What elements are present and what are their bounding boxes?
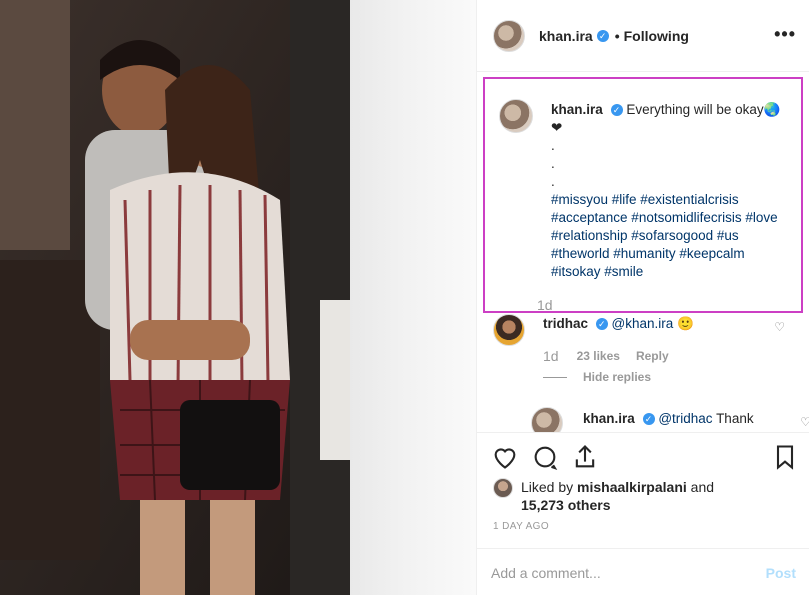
comment-text: tridhac ✓ @khan.ira 🙂 — [543, 316, 694, 332]
add-comment-input[interactable] — [491, 561, 741, 585]
caption-dot: . — [551, 174, 555, 189]
like-heart-icon[interactable] — [491, 443, 519, 471]
post-photo-image — [0, 0, 350, 595]
reply-body: Thank — [716, 411, 754, 426]
likes-text: Liked by mishaalkirpalani and 15,273 oth… — [521, 478, 761, 514]
post-timestamp[interactable]: 1 DAY AGO — [493, 521, 549, 532]
author-avatar[interactable] — [493, 19, 525, 52]
comment-meta: 1d 23 likes Reply — [543, 348, 669, 364]
hide-replies-line — [543, 376, 567, 378]
share-icon[interactable] — [571, 443, 599, 471]
reply-avatar[interactable] — [531, 407, 563, 432]
caption-dot: . — [551, 156, 555, 171]
header-separator: • — [614, 27, 620, 44]
liked-by-and: and — [690, 479, 715, 495]
caption-text: Everything will be okay🌏 — [626, 102, 781, 117]
verified-badge-icon: ✓ — [642, 413, 655, 426]
liked-by-prefix: Liked by — [521, 479, 574, 495]
comment-likes[interactable]: 23 likes — [577, 349, 620, 363]
liked-by-user[interactable]: mishaalkirpalani — [577, 479, 687, 495]
add-comment-bar: Post — [477, 548, 809, 595]
comment-bubble-icon[interactable] — [531, 443, 559, 471]
reply-button[interactable]: Reply — [636, 349, 669, 363]
post-comment-button[interactable]: Post — [766, 565, 796, 581]
liker-avatar[interactable] — [493, 478, 513, 498]
post-header: khan.ira ✓ • Following ••• — [477, 0, 809, 72]
caption-emoji: ❤ — [551, 120, 563, 135]
verified-badge-icon: ✓ — [596, 29, 609, 42]
hide-replies-button[interactable]: Hide replies — [543, 370, 651, 384]
caption-username[interactable]: khan.ira — [551, 102, 603, 117]
commenter-username[interactable]: tridhac — [543, 316, 588, 331]
like-comment-heart-icon[interactable]: ♡ — [774, 320, 785, 334]
photo-letterbox — [350, 0, 476, 595]
hashtag-line[interactable]: #acceptance #notsomidlifecrisis #love — [551, 210, 778, 225]
comment-time[interactable]: 1d — [543, 348, 559, 364]
reply-mention[interactable]: @tridhac — [658, 411, 712, 426]
following-button[interactable]: Following — [624, 28, 689, 44]
post-detail-panel: khan.ira ✓ • Following ••• khan.ira ✓ Ev… — [476, 0, 809, 595]
hashtag-line[interactable]: #theworld #humanity #keepcalm — [551, 246, 745, 261]
caption-time[interactable]: 1d — [537, 297, 553, 313]
post-photo[interactable] — [0, 0, 350, 595]
verified-badge-icon: ✓ — [610, 104, 623, 117]
reply-text: khan.ira ✓ @tridhac Thank — [583, 411, 754, 426]
caption-dot: . — [551, 138, 555, 153]
caption-avatar[interactable] — [499, 99, 533, 133]
hide-replies-label: Hide replies — [583, 370, 652, 384]
hashtag-line[interactable]: #missyou #life #existentialcrisis — [551, 192, 739, 207]
hashtag-line[interactable]: #relationship #sofarsogood #us — [551, 228, 739, 243]
liked-by-others[interactable]: 15,273 others — [521, 497, 611, 513]
post-actions-bar — [477, 432, 809, 480]
commenter-avatar[interactable] — [493, 314, 525, 346]
comments-section[interactable]: khan.ira ✓ Everything will be okay🌏 ❤ . … — [477, 72, 809, 432]
bookmark-icon[interactable] — [771, 443, 799, 471]
reply-username[interactable]: khan.ira — [583, 411, 635, 426]
like-reply-heart-icon[interactable]: ♡ — [800, 415, 809, 429]
verified-badge-icon: ✓ — [595, 318, 608, 331]
comment-mention[interactable]: @khan.ira — [612, 316, 674, 331]
caption-highlight-box: khan.ira ✓ Everything will be okay🌏 ❤ . … — [483, 77, 803, 313]
hashtag-line[interactable]: #itsokay #smile — [551, 264, 643, 279]
more-horizontal-icon[interactable]: ••• — [774, 24, 796, 45]
caption-body: khan.ira ✓ Everything will be okay🌏 ❤ . … — [551, 101, 791, 281]
author-username[interactable]: khan.ira — [539, 28, 593, 44]
comment-emoji: 🙂 — [677, 316, 694, 331]
